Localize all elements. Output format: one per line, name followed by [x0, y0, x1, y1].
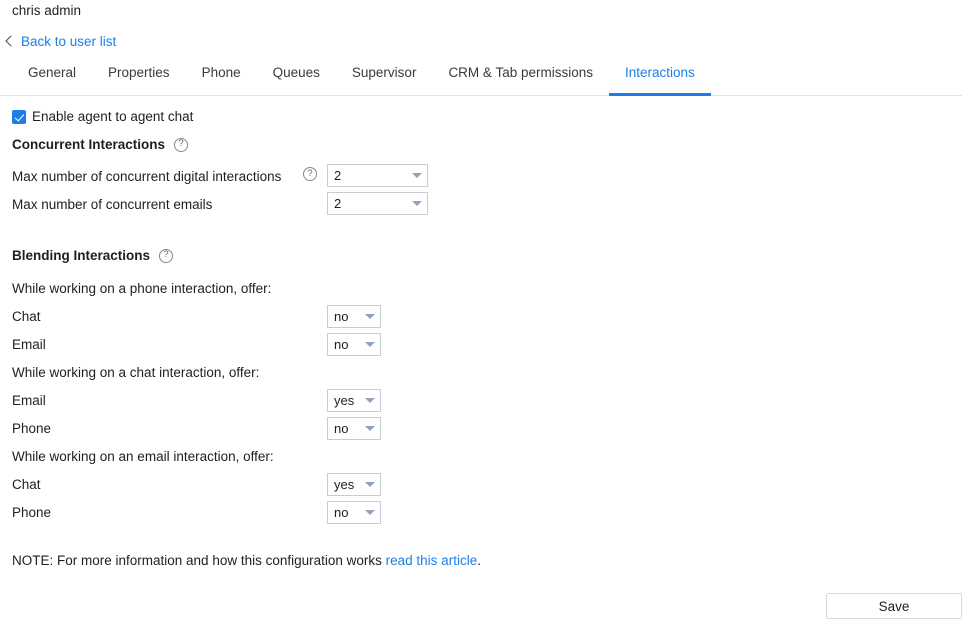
blending-email-chat-dropdown[interactable]: yes — [327, 473, 381, 496]
note-suffix: . — [477, 553, 481, 568]
concurrent-interactions-title: Concurrent Interactions — [12, 137, 166, 152]
blending-email-phone-dropdown[interactable]: no — [327, 501, 381, 524]
max-concurrent-emails-label: Max number of concurrent emails — [12, 197, 213, 212]
dropdown-value: no — [334, 505, 349, 520]
save-button[interactable]: Save — [826, 593, 962, 619]
page-title: chris admin — [12, 3, 82, 18]
dropdown-value: 2 — [334, 168, 342, 183]
tab-queues[interactable]: Queues — [257, 64, 336, 95]
blending-phone-chat-label: Chat — [12, 309, 41, 324]
blending-phone-email-label: Email — [12, 337, 46, 352]
blending-group-email-label: While working on an email interaction, o… — [12, 449, 274, 464]
blending-group-phone-label: While working on a phone interaction, of… — [12, 281, 272, 296]
blending-email-chat-label: Chat — [12, 477, 41, 492]
concurrent-interactions-heading: Concurrent Interactions ? — [12, 137, 189, 152]
note-text: NOTE: For more information and how this … — [12, 552, 481, 570]
back-to-user-list-link[interactable]: Back to user list — [4, 33, 116, 51]
tab-properties[interactable]: Properties — [92, 64, 186, 95]
enable-agent-to-agent-chat-label: Enable agent to agent chat — [32, 109, 194, 124]
chevron-down-icon — [360, 390, 380, 411]
dropdown-value: 2 — [334, 196, 342, 211]
read-this-article-link[interactable]: read this article — [386, 553, 478, 568]
max-concurrent-emails-dropdown[interactable]: 2 — [327, 192, 428, 215]
dropdown-value: yes — [334, 477, 355, 492]
blending-phone-chat-dropdown[interactable]: no — [327, 305, 381, 328]
chevron-down-icon — [360, 306, 380, 327]
max-concurrent-digital-interactions-dropdown[interactable]: 2 — [327, 164, 428, 187]
chevron-down-icon — [360, 418, 380, 439]
blending-email-phone-label: Phone — [12, 505, 52, 520]
blending-interactions-title: Blending Interactions — [12, 248, 151, 263]
chevron-down-icon — [360, 502, 380, 523]
dropdown-value: no — [334, 337, 349, 352]
help-circle-icon[interactable]: ? — [159, 248, 174, 263]
dropdown-value: no — [334, 421, 349, 436]
tab-supervisor[interactable]: Supervisor — [336, 64, 433, 95]
dropdown-value: no — [334, 309, 349, 324]
max-concurrent-digital-interactions-label: Max number of concurrent digital interac… — [12, 169, 282, 184]
chevron-down-icon — [407, 165, 427, 186]
checkbox-check-icon — [12, 109, 26, 124]
help-circle-icon[interactable]: ? — [174, 137, 189, 152]
chevron-left-icon — [4, 35, 14, 49]
tab-phone[interactable]: Phone — [186, 64, 257, 95]
tab-general[interactable]: General — [12, 64, 92, 95]
chevron-down-icon — [360, 474, 380, 495]
blending-chat-phone-dropdown[interactable]: no — [327, 417, 381, 440]
blending-group-chat-label: While working on a chat interaction, off… — [12, 365, 260, 380]
back-to-user-list-label: Back to user list — [21, 34, 117, 49]
tab-crm-tab-permissions[interactable]: CRM & Tab permissions — [432, 64, 609, 95]
max-concurrent-digital-interactions-help[interactable]: ? — [303, 167, 317, 181]
chevron-down-icon — [407, 193, 427, 214]
blending-interactions-heading: Blending Interactions ? — [12, 248, 174, 263]
note-prefix: NOTE: For more information and how this … — [12, 553, 386, 568]
enable-agent-to-agent-chat-checkbox[interactable]: Enable agent to agent chat — [12, 109, 193, 124]
blending-chat-email-dropdown[interactable]: yes — [327, 389, 381, 412]
blending-chat-email-label: Email — [12, 393, 46, 408]
interactions-settings-page: chris admin Back to user list General Pro… — [0, 0, 962, 621]
help-circle-icon[interactable]: ? — [303, 167, 317, 181]
tab-bar: General Properties Phone Queues Supervisor CR… — [0, 64, 962, 96]
blending-phone-email-dropdown[interactable]: no — [327, 333, 381, 356]
dropdown-value: yes — [334, 393, 355, 408]
blending-chat-phone-label: Phone — [12, 421, 52, 436]
tab-interactions[interactable]: Interactions — [608, 64, 711, 96]
chevron-down-icon — [360, 334, 380, 355]
